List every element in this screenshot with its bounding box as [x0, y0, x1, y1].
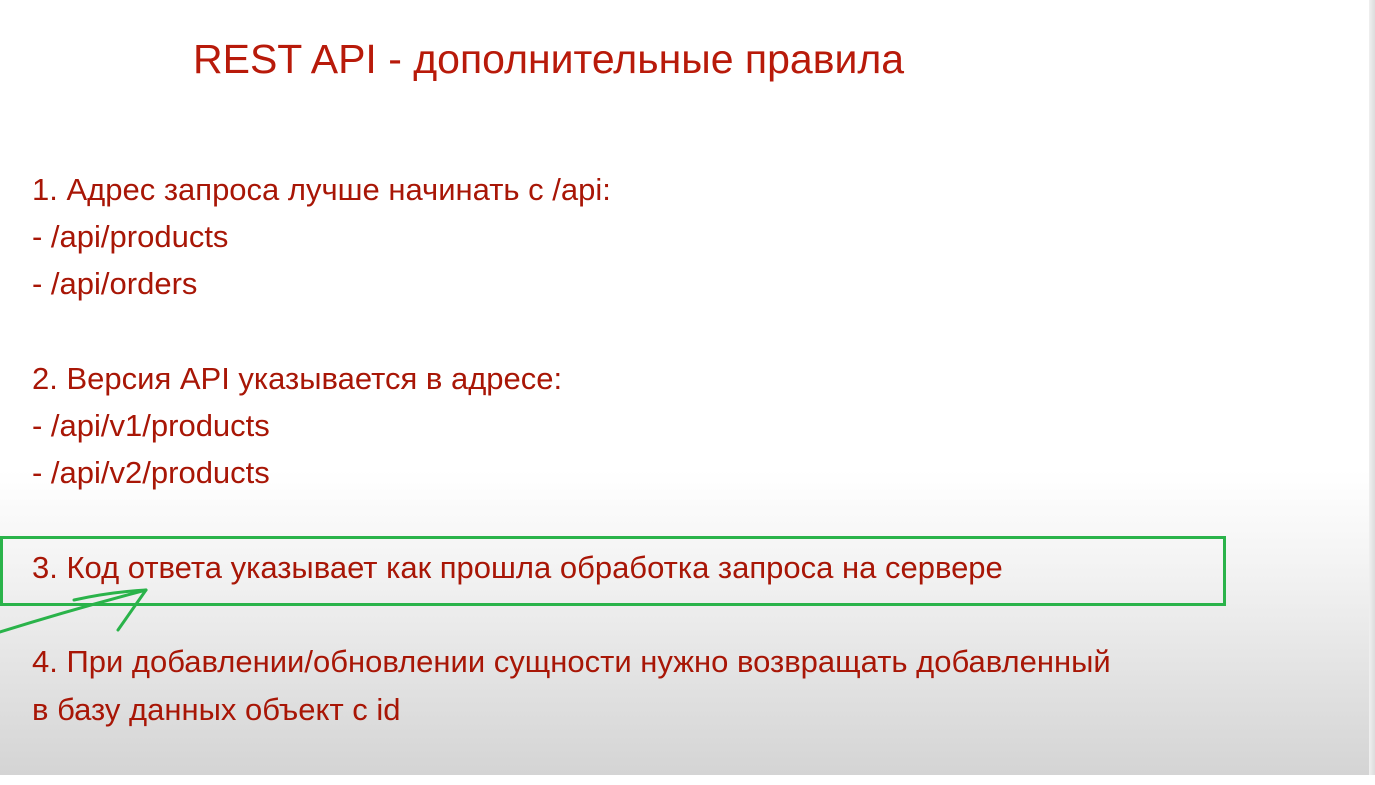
rule-1-item-1: - /api/products — [32, 219, 229, 254]
rule-2-item-1: - /api/v1/products — [32, 408, 270, 443]
arrow-annotation-icon — [0, 588, 148, 634]
rule-1-item-2: - /api/orders — [32, 266, 198, 301]
slide-right-edge — [1369, 0, 1375, 775]
rule-2-item-2: - /api/v2/products — [32, 455, 270, 490]
rule-1-heading: 1. Адрес запроса лучше начинать с /api: — [32, 172, 611, 207]
rule-4-heading: 4. При добавлении/обновлении сущности ну… — [32, 644, 1111, 679]
highlight-annotation-box — [0, 536, 1226, 606]
slide-title: REST API - дополнительные правила — [193, 36, 905, 82]
slide: REST API - дополнительные правила 1. Адр… — [0, 0, 1375, 775]
bottom-strip — [0, 775, 1375, 785]
rule-4-continuation: в базу данных объект с id — [32, 692, 401, 727]
rule-2-heading: 2. Версия API указывается в адресе: — [32, 361, 563, 396]
